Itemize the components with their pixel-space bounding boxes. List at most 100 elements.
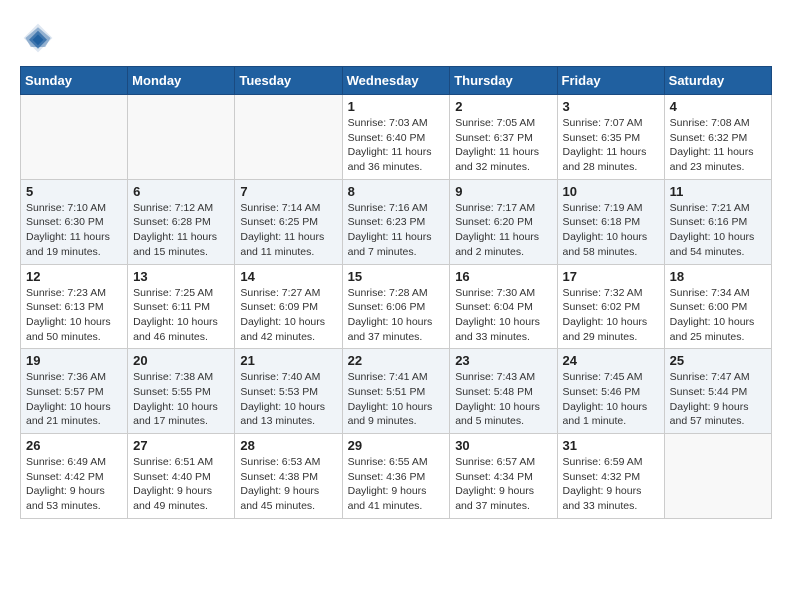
calendar-cell: 4 Sunrise: 7:08 AM Sunset: 6:32 PM Daylig… (664, 95, 771, 180)
day-info: Sunrise: 7:40 AM Sunset: 5:53 PM Dayligh… (240, 370, 336, 429)
calendar-week-2: 5Sunrise: 7:10 AM Sunset: 6:30 PM Daylig… (21, 179, 772, 264)
day-info: Sunrise: 7:05 AM Sunset: 6:37 PM Dayligh… (455, 116, 551, 175)
weekday-header-friday: Friday (557, 67, 664, 95)
day-number: 18 (670, 269, 766, 284)
day-info: Sunrise: 7:07 AM Sunset: 6:35 PM Dayligh… (563, 116, 659, 175)
calendar-header-row: SundayMondayTuesdayWednesdayThursdayFrid… (21, 67, 772, 95)
calendar-cell (128, 95, 235, 180)
day-info: Sunrise: 7:14 AM Sunset: 6:25 PM Dayligh… (240, 201, 336, 260)
day-info: Sunrise: 7:47 AM Sunset: 5:44 PM Dayligh… (670, 370, 766, 429)
calendar-cell: 11 Sunrise: 7:21 AM Sunset: 6:16 PM Dayli… (664, 179, 771, 264)
day-number: 13 (133, 269, 229, 284)
weekday-header-monday: Monday (128, 67, 235, 95)
calendar-week-1: 1Sunrise: 7:03 AM Sunset: 6:40 PM Daylig… (21, 95, 772, 180)
day-info: Sunrise: 7:41 AM Sunset: 5:51 PM Dayligh… (348, 370, 445, 429)
day-number: 8 (348, 184, 445, 199)
calendar-cell: 1Sunrise: 7:03 AM Sunset: 6:40 PM Daylig… (342, 95, 450, 180)
calendar-cell: 10 Sunrise: 7:19 AM Sunset: 6:18 PM Dayli… (557, 179, 664, 264)
calendar-cell: 25 Sunrise: 7:47 AM Sunset: 5:44 PM Dayli… (664, 349, 771, 434)
calendar-cell: 28 Sunrise: 6:53 AM Sunset: 4:38 PM Dayli… (235, 434, 342, 519)
weekday-header-thursday: Thursday (450, 67, 557, 95)
day-info: Sunrise: 7:12 AM Sunset: 6:28 PM Dayligh… (133, 201, 229, 260)
day-info: Sunrise: 6:57 AM Sunset: 4:34 PM Dayligh… (455, 455, 551, 514)
weekday-header-saturday: Saturday (664, 67, 771, 95)
day-info: Sunrise: 7:27 AM Sunset: 6:09 PM Dayligh… (240, 286, 336, 345)
calendar-cell: 22 Sunrise: 7:41 AM Sunset: 5:51 PM Dayli… (342, 349, 450, 434)
day-number: 14 (240, 269, 336, 284)
logo (20, 20, 62, 56)
calendar: SundayMondayTuesdayWednesdayThursdayFrid… (20, 66, 772, 519)
calendar-cell: 3 Sunrise: 7:07 AM Sunset: 6:35 PM Daylig… (557, 95, 664, 180)
day-number: 15 (348, 269, 445, 284)
calendar-cell: 13 Sunrise: 7:25 AM Sunset: 6:11 PM Dayli… (128, 264, 235, 349)
day-info: Sunrise: 7:32 AM Sunset: 6:02 PM Dayligh… (563, 286, 659, 345)
day-number: 9 (455, 184, 551, 199)
day-info: Sunrise: 7:45 AM Sunset: 5:46 PM Dayligh… (563, 370, 659, 429)
day-number: 29 (348, 438, 445, 453)
day-info: Sunrise: 7:36 AM Sunset: 5:57 PM Dayligh… (26, 370, 122, 429)
calendar-cell (664, 434, 771, 519)
day-info: Sunrise: 7:28 AM Sunset: 6:06 PM Dayligh… (348, 286, 445, 345)
day-number: 12 (26, 269, 122, 284)
calendar-cell: 15 Sunrise: 7:28 AM Sunset: 6:06 PM Dayli… (342, 264, 450, 349)
day-info: Sunrise: 6:53 AM Sunset: 4:38 PM Dayligh… (240, 455, 336, 514)
calendar-cell: 27Sunrise: 6:51 AM Sunset: 4:40 PM Dayli… (128, 434, 235, 519)
calendar-cell: 6 Sunrise: 7:12 AM Sunset: 6:28 PM Daylig… (128, 179, 235, 264)
calendar-cell: 23Sunrise: 7:43 AM Sunset: 5:48 PM Dayli… (450, 349, 557, 434)
calendar-cell: 21Sunrise: 7:40 AM Sunset: 5:53 PM Dayli… (235, 349, 342, 434)
day-number: 27 (133, 438, 229, 453)
day-number: 11 (670, 184, 766, 199)
calendar-week-5: 26 Sunrise: 6:49 AM Sunset: 4:42 PM Dayli… (21, 434, 772, 519)
weekday-header-tuesday: Tuesday (235, 67, 342, 95)
calendar-cell: 19 Sunrise: 7:36 AM Sunset: 5:57 PM Dayli… (21, 349, 128, 434)
day-info: Sunrise: 7:23 AM Sunset: 6:13 PM Dayligh… (26, 286, 122, 345)
calendar-cell: 16 Sunrise: 7:30 AM Sunset: 6:04 PM Dayli… (450, 264, 557, 349)
day-number: 26 (26, 438, 122, 453)
day-number: 19 (26, 353, 122, 368)
day-info: Sunrise: 7:21 AM Sunset: 6:16 PM Dayligh… (670, 201, 766, 260)
day-number: 25 (670, 353, 766, 368)
day-info: Sunrise: 7:08 AM Sunset: 6:32 PM Dayligh… (670, 116, 766, 175)
calendar-week-4: 19 Sunrise: 7:36 AM Sunset: 5:57 PM Dayli… (21, 349, 772, 434)
day-number: 31 (563, 438, 659, 453)
day-number: 6 (133, 184, 229, 199)
day-info: Sunrise: 7:16 AM Sunset: 6:23 PM Dayligh… (348, 201, 445, 260)
day-number: 23 (455, 353, 551, 368)
calendar-cell: 8 Sunrise: 7:16 AM Sunset: 6:23 PM Daylig… (342, 179, 450, 264)
calendar-cell: 31 Sunrise: 6:59 AM Sunset: 4:32 PM Dayli… (557, 434, 664, 519)
day-number: 28 (240, 438, 336, 453)
calendar-cell: 14 Sunrise: 7:27 AM Sunset: 6:09 PM Dayli… (235, 264, 342, 349)
day-number: 3 (563, 99, 659, 114)
calendar-cell: 26 Sunrise: 6:49 AM Sunset: 4:42 PM Dayli… (21, 434, 128, 519)
day-info: Sunrise: 7:19 AM Sunset: 6:18 PM Dayligh… (563, 201, 659, 260)
day-info: Sunrise: 6:59 AM Sunset: 4:32 PM Dayligh… (563, 455, 659, 514)
calendar-week-3: 12 Sunrise: 7:23 AM Sunset: 6:13 PM Dayli… (21, 264, 772, 349)
weekday-header-wednesday: Wednesday (342, 67, 450, 95)
calendar-cell: 30Sunrise: 6:57 AM Sunset: 4:34 PM Dayli… (450, 434, 557, 519)
calendar-cell: 17Sunrise: 7:32 AM Sunset: 6:02 PM Dayli… (557, 264, 664, 349)
day-info: Sunrise: 6:55 AM Sunset: 4:36 PM Dayligh… (348, 455, 445, 514)
day-info: Sunrise: 7:17 AM Sunset: 6:20 PM Dayligh… (455, 201, 551, 260)
calendar-cell: 24 Sunrise: 7:45 AM Sunset: 5:46 PM Dayli… (557, 349, 664, 434)
day-info: Sunrise: 6:49 AM Sunset: 4:42 PM Dayligh… (26, 455, 122, 514)
day-number: 22 (348, 353, 445, 368)
calendar-cell: 29 Sunrise: 6:55 AM Sunset: 4:36 PM Dayli… (342, 434, 450, 519)
day-number: 1 (348, 99, 445, 114)
calendar-cell: 7 Sunrise: 7:14 AM Sunset: 6:25 PM Daylig… (235, 179, 342, 264)
logo-icon (20, 20, 56, 56)
day-number: 4 (670, 99, 766, 114)
day-number: 7 (240, 184, 336, 199)
calendar-cell: 20Sunrise: 7:38 AM Sunset: 5:55 PM Dayli… (128, 349, 235, 434)
day-number: 16 (455, 269, 551, 284)
day-info: Sunrise: 7:25 AM Sunset: 6:11 PM Dayligh… (133, 286, 229, 345)
weekday-header-sunday: Sunday (21, 67, 128, 95)
day-info: Sunrise: 7:38 AM Sunset: 5:55 PM Dayligh… (133, 370, 229, 429)
day-number: 2 (455, 99, 551, 114)
day-info: Sunrise: 7:34 AM Sunset: 6:00 PM Dayligh… (670, 286, 766, 345)
calendar-cell: 2 Sunrise: 7:05 AM Sunset: 6:37 PM Daylig… (450, 95, 557, 180)
day-number: 5 (26, 184, 122, 199)
day-number: 24 (563, 353, 659, 368)
calendar-cell: 18 Sunrise: 7:34 AM Sunset: 6:00 PM Dayli… (664, 264, 771, 349)
day-info: Sunrise: 7:30 AM Sunset: 6:04 PM Dayligh… (455, 286, 551, 345)
day-number: 10 (563, 184, 659, 199)
